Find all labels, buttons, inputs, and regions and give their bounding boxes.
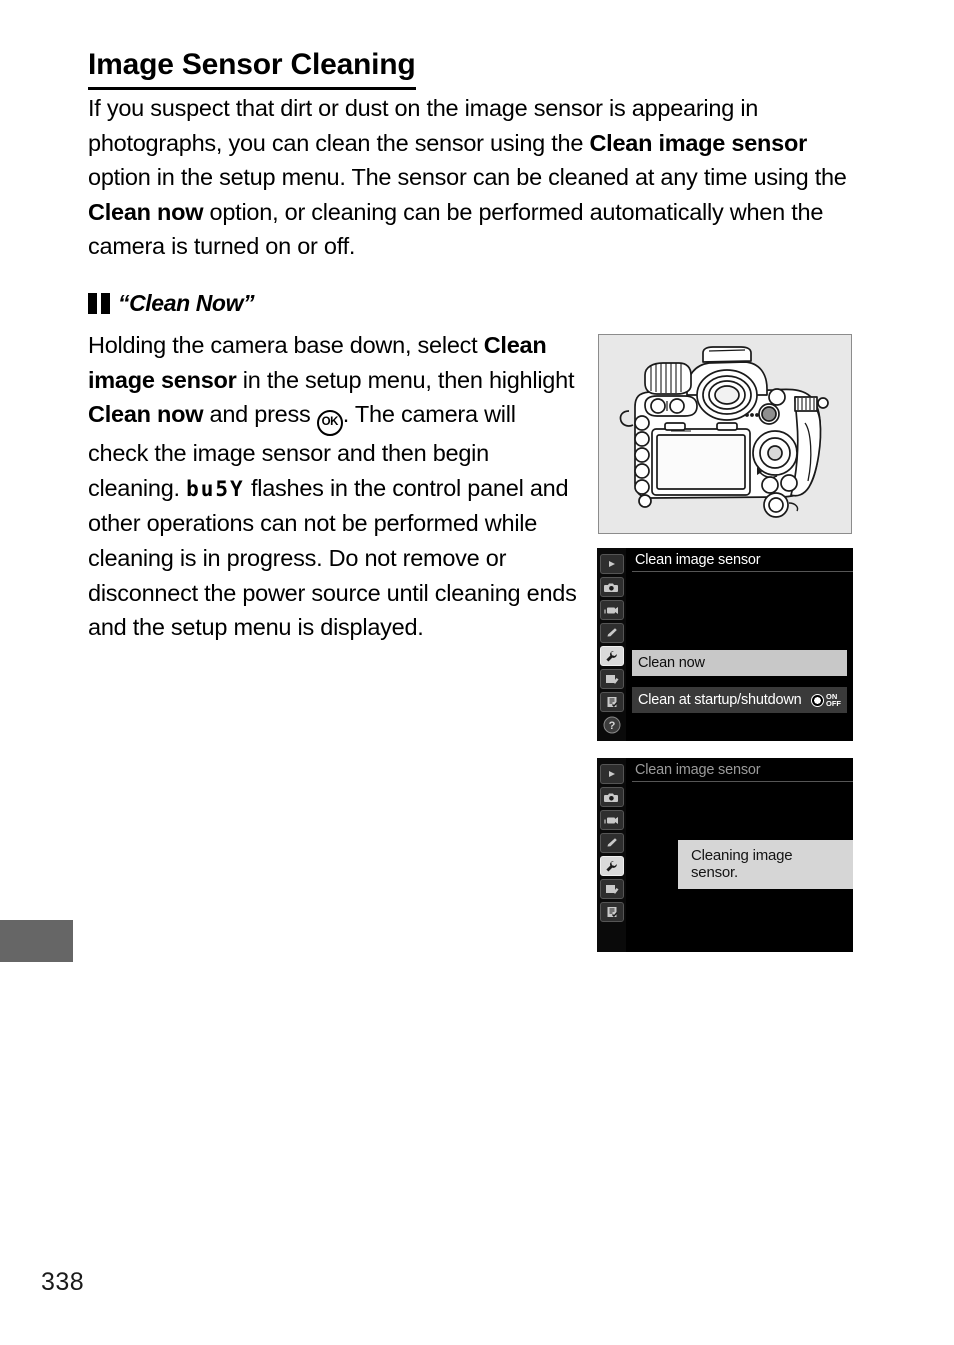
menu-sidebar xyxy=(597,758,626,952)
recent-settings-icon[interactable] xyxy=(599,902,624,922)
menu-sidebar: ? xyxy=(597,548,626,741)
section-body-text: Holding the camera base down, select Cle… xyxy=(88,328,580,645)
photo-shooting-menu-icon[interactable] xyxy=(599,577,624,597)
retouch-menu-icon[interactable] xyxy=(599,879,624,899)
menu-title: Clean image sensor xyxy=(635,552,761,568)
intro-text-2: option in the setup menu. The sensor can… xyxy=(88,164,847,191)
ok-button-icon: OK xyxy=(316,410,343,437)
help-question-icon[interactable]: ? xyxy=(600,715,624,735)
setup-menu-wrench-icon[interactable] xyxy=(599,856,624,876)
two-bars-icon xyxy=(88,293,110,314)
menu-row-label: Clean at startup/shutdown xyxy=(638,692,802,708)
menu-body: Clean image sensor Clean now Clean at st… xyxy=(626,548,853,741)
recent-settings-icon[interactable] xyxy=(599,692,624,712)
body-bold-clean-now: Clean now xyxy=(88,401,204,428)
menu-row-clean-at-startup-shutdown[interactable]: Clean at startup/shutdown ON OFF xyxy=(632,687,847,713)
menu-body: Clean image sensor Cleaning image sensor… xyxy=(626,758,853,952)
custom-settings-pencil-icon[interactable] xyxy=(599,833,624,853)
on-off-toggle-icon: ON OFF xyxy=(811,693,841,707)
svg-text:?: ? xyxy=(608,720,615,732)
movie-shooting-menu-icon[interactable] xyxy=(599,810,624,830)
menu-row-clean-now[interactable]: Clean now xyxy=(632,650,847,676)
page-number: 338 xyxy=(41,1268,85,1296)
menu-row-label: Clean now xyxy=(638,655,705,671)
camera-line-art-svg xyxy=(619,346,829,518)
toggle-labels: ON OFF xyxy=(826,693,841,708)
toggle-knob-icon xyxy=(811,693,824,707)
lcd-busy-glyph: bu5Y xyxy=(186,476,245,501)
playback-icon[interactable] xyxy=(599,554,624,574)
chapter-thumb-tab xyxy=(0,920,73,962)
movie-shooting-menu-icon[interactable] xyxy=(599,600,624,620)
section-heading: “Clean Now” xyxy=(88,290,255,317)
setup-menu-wrench-icon[interactable] xyxy=(599,646,624,666)
body-text-1: Holding the camera base down, select xyxy=(88,332,484,358)
toggle-off-label: OFF xyxy=(826,699,841,708)
retouch-menu-icon[interactable] xyxy=(599,669,624,689)
dslr-camera-rear-illustration xyxy=(598,334,852,534)
body-text-3: and press xyxy=(203,401,317,428)
camera-menu-screenshot-cleaning-in-progress: Clean image sensor Cleaning image sensor… xyxy=(597,758,853,952)
intro-bold-clean-now: Clean now xyxy=(88,198,204,225)
camera-menu-screenshot-clean-image-sensor: ? Clean image sensor Clean now Clean at … xyxy=(597,548,853,741)
intro-paragraph: If you suspect that dirt or dust on the … xyxy=(88,91,854,264)
photo-shooting-menu-icon[interactable] xyxy=(599,787,624,807)
playback-icon[interactable] xyxy=(599,764,624,784)
intro-bold-clean-image-sensor: Clean image sensor xyxy=(589,129,807,156)
menu-title-divider xyxy=(632,781,853,782)
body-text-2: in the setup menu, then highlight xyxy=(236,366,575,393)
menu-title: Clean image sensor xyxy=(635,762,761,778)
page-title: Image Sensor Cleaning xyxy=(88,48,416,90)
section-heading-label: “Clean Now” xyxy=(118,290,255,316)
cleaning-progress-dialog: Cleaning image sensor. xyxy=(678,840,853,889)
custom-settings-pencil-icon[interactable] xyxy=(599,623,624,643)
menu-title-divider xyxy=(632,571,853,572)
